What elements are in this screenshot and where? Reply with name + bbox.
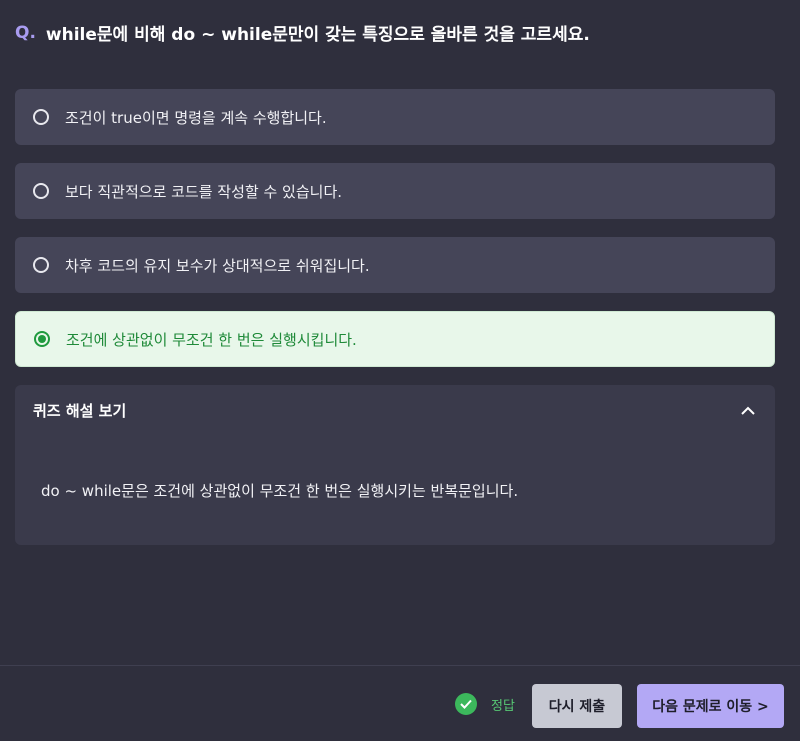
explanation-title: 퀴즈 해설 보기 [33, 401, 127, 420]
radio-unchecked-icon[interactable] [33, 183, 49, 199]
retry-submit-button[interactable]: 다시 제출 [532, 684, 622, 728]
radio-unchecked-icon[interactable] [33, 109, 49, 125]
answer-options: 조건이 true이면 명령을 계속 수행합니다. 보다 직관적으로 코드를 작성… [15, 89, 775, 385]
status-label: 정답 [491, 698, 515, 714]
answer-option-1[interactable]: 조건이 true이면 명령을 계속 수행합니다. [15, 89, 775, 145]
radio-unchecked-icon[interactable] [33, 257, 49, 273]
radio-checked-icon[interactable] [34, 331, 50, 347]
question-text: while문에 비해 do ~ while문만이 갖는 특징으로 올바른 것을 … [45, 25, 590, 45]
question-prefix: Q. [15, 22, 36, 43]
answer-option-3[interactable]: 차후 코드의 유지 보수가 상대적으로 쉬워집니다. [15, 237, 775, 293]
answer-option-label: 조건에 상관없이 무조건 한 번은 실행시킵니다. [66, 330, 357, 349]
answer-option-label: 차후 코드의 유지 보수가 상대적으로 쉬워집니다. [65, 256, 370, 275]
explanation-text: do ~ while문은 조건에 상관없이 무조건 한 번은 실행시키는 반복문… [41, 482, 519, 500]
next-question-button[interactable]: 다음 문제로 이동 > [637, 684, 784, 728]
footer-bar: 정답 다시 제출 다음 문제로 이동 > [0, 665, 800, 741]
answer-option-2[interactable]: 보다 직관적으로 코드를 작성할 수 있습니다. [15, 163, 775, 219]
question-header: Q. while문에 비해 do ~ while문만이 갖는 특징으로 올바른 … [15, 20, 785, 46]
answer-option-4[interactable]: 조건에 상관없이 무조건 한 번은 실행시킵니다. [15, 311, 775, 367]
explanation-toggle[interactable]: 퀴즈 해설 보기 [15, 385, 775, 435]
check-circle-icon [455, 693, 477, 715]
answer-option-label: 보다 직관적으로 코드를 작성할 수 있습니다. [65, 182, 343, 201]
explanation-panel: 퀴즈 해설 보기 do ~ while문은 조건에 상관없이 무조건 한 번은 … [15, 385, 775, 545]
chevron-up-icon[interactable] [739, 401, 757, 419]
answer-option-label: 조건이 true이면 명령을 계속 수행합니다. [65, 108, 327, 127]
answer-status: 정답 [455, 693, 515, 715]
